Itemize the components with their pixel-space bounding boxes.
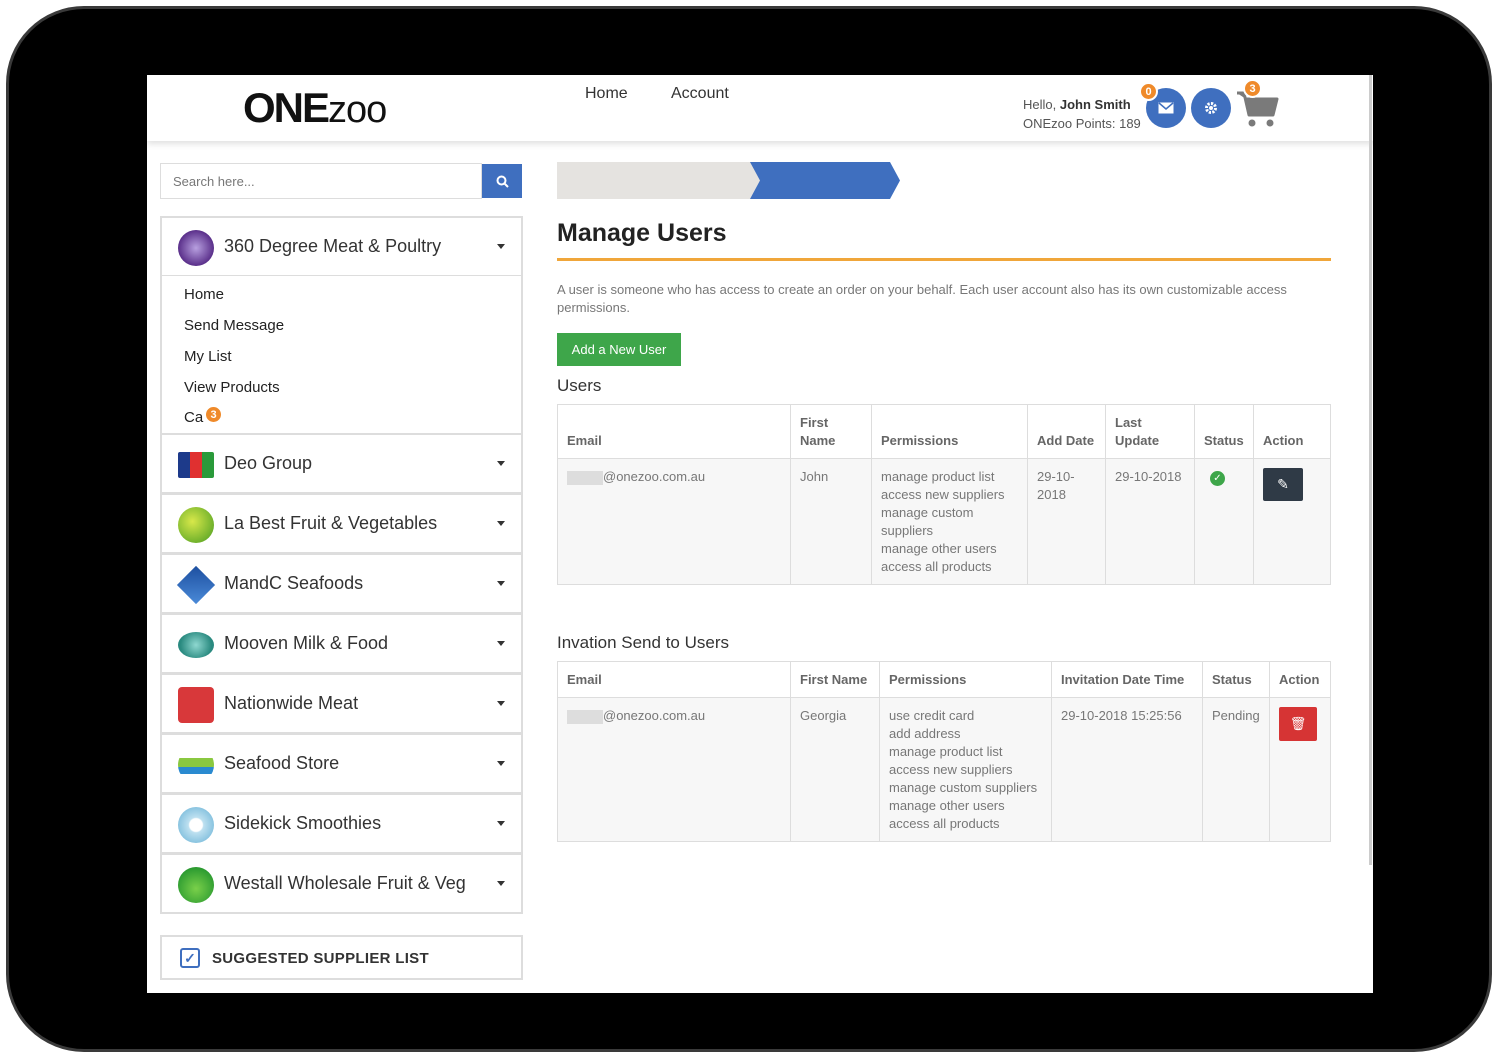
- column-header: Status: [1194, 404, 1254, 459]
- column-header: Email: [557, 661, 791, 698]
- chevron-down-icon: [497, 641, 505, 646]
- submenu-home[interactable]: Home: [184, 286, 224, 303]
- supplier-westall-wholesale[interactable]: Westall Wholesale Fruit & Veg: [160, 853, 523, 914]
- search-button[interactable]: [482, 164, 522, 198]
- column-header: Action: [1269, 661, 1331, 698]
- user-name[interactable]: John Smith: [1060, 97, 1131, 112]
- supplier-logo-icon: [178, 230, 214, 266]
- breadcrumb-account[interactable]: Account: [671, 75, 729, 112]
- page-title: Manage Users: [557, 219, 727, 247]
- supplier-logo-icon: [178, 687, 214, 723]
- supplier-la-best[interactable]: La Best Fruit & Vegetables: [160, 493, 523, 554]
- supplier-logo-icon: [178, 452, 214, 478]
- page-description: A user is someone who has access to crea…: [557, 282, 1287, 315]
- add-new-user-button[interactable]: Add a New User: [557, 333, 681, 366]
- onezoo-logo[interactable]: ONEzoo: [243, 85, 387, 133]
- supplier-logo-icon: [176, 565, 216, 605]
- column-header: Permissions: [871, 404, 1028, 459]
- suggested-supplier-list[interactable]: ✓ SUGGESTED SUPPLIER LIST: [160, 935, 523, 980]
- column-header: Status: [1202, 661, 1270, 698]
- chevron-down-icon: [497, 461, 505, 466]
- column-header: Permissions: [879, 661, 1052, 698]
- app-screen: ONEzoo Hello, John Smith ONEzoo Points: …: [147, 75, 1373, 993]
- breadcrumb-home[interactable]: Home: [585, 75, 628, 112]
- messages-badge: 0: [1139, 82, 1158, 101]
- chevron-down-icon: [497, 521, 505, 526]
- search-icon: [496, 175, 509, 188]
- supplier-nationwide-meat[interactable]: Nationwide Meat: [160, 673, 523, 734]
- title-underline: [557, 258, 1331, 261]
- edit-user-button[interactable]: ✎: [1263, 468, 1303, 501]
- column-header: Last Update: [1105, 404, 1195, 459]
- supplier-sidekick-smoothies[interactable]: Sidekick Smoothies: [160, 793, 523, 854]
- search-input[interactable]: Search here...: [160, 163, 482, 199]
- column-header: Email: [557, 404, 791, 459]
- checkbox-icon: ✓: [180, 948, 200, 968]
- redacted-email: [567, 470, 603, 485]
- supplier-logo-icon: [178, 747, 214, 783]
- users-heading: Users: [557, 376, 602, 395]
- scrollbar[interactable]: [1369, 75, 1372, 865]
- supplier-seafood-store[interactable]: Seafood Store: [160, 733, 523, 794]
- supplier-logo-icon: [178, 507, 214, 543]
- trash-icon: 🗑: [1289, 716, 1307, 731]
- supplier-mooven-milk[interactable]: Mooven Milk & Food: [160, 613, 523, 674]
- settings-button[interactable]: [1191, 88, 1231, 128]
- supplier-logo-icon: [178, 632, 214, 658]
- submenu-cart[interactable]: Ca: [184, 409, 203, 426]
- active-status-icon: ✓: [1210, 471, 1225, 486]
- breadcrumb: [557, 162, 900, 199]
- redacted-email: [567, 709, 603, 724]
- invitations-table: Email First Name Permissions Invitation …: [557, 661, 1331, 842]
- supplier-mandc-seafoods[interactable]: MandC Seafoods: [160, 553, 523, 614]
- top-header: ONEzoo Hello, John Smith ONEzoo Points: …: [147, 75, 1373, 141]
- invitations-heading: Invation Send to Users: [557, 633, 729, 652]
- tablet-frame: ONEzoo Hello, John Smith ONEzoo Points: …: [6, 6, 1492, 1052]
- supplier-logo-icon: [178, 807, 214, 843]
- delete-invite-button[interactable]: 🗑: [1279, 707, 1317, 741]
- supplier-360-degree[interactable]: 360 Degree Meat & Poultry: [160, 216, 523, 277]
- column-header: Action: [1253, 404, 1331, 459]
- chevron-down-icon: [497, 821, 505, 826]
- column-header: Invitation Date Time: [1051, 661, 1203, 698]
- supplier-submenu: Home Send Message My List View Products …: [160, 276, 523, 434]
- users-table: Email First Name Permissions Add Date La…: [557, 404, 1331, 585]
- table-row: @onezoo.com.au John manage product list …: [557, 458, 1331, 585]
- permissions-cell: use credit card add address manage produ…: [879, 697, 1052, 842]
- submenu-cart-badge: 3: [204, 405, 223, 424]
- user-greeting: Hello, John Smith ONEzoo Points: 189: [1023, 97, 1141, 131]
- chevron-down-icon: [497, 701, 505, 706]
- chevron-down-icon: [497, 244, 505, 249]
- breadcrumb-manage-users: Manage Users: [771, 85, 876, 102]
- gear-icon: [1205, 102, 1217, 114]
- submenu-view-products[interactable]: View Products: [184, 379, 280, 396]
- points-label: ONEzoo Points: 189: [1023, 116, 1141, 131]
- permissions-cell: manage product list access new suppliers…: [871, 458, 1028, 585]
- supplier-deo-group[interactable]: Deo Group: [160, 433, 523, 494]
- submenu-my-list[interactable]: My List: [184, 348, 232, 365]
- submenu-send-message[interactable]: Send Message: [184, 317, 284, 334]
- edit-icon: ✎: [1277, 476, 1289, 492]
- chevron-down-icon: [497, 881, 505, 886]
- column-header: First Name: [790, 661, 880, 698]
- chevron-down-icon: [497, 761, 505, 766]
- column-header: Add Date: [1027, 404, 1106, 459]
- chevron-down-icon: [497, 581, 505, 586]
- envelope-icon: [1158, 102, 1174, 114]
- cart-badge: 3: [1243, 79, 1262, 98]
- table-row: @onezoo.com.au Georgia use credit card a…: [557, 697, 1331, 842]
- supplier-logo-icon: [178, 867, 214, 903]
- column-header: First Name: [790, 404, 872, 459]
